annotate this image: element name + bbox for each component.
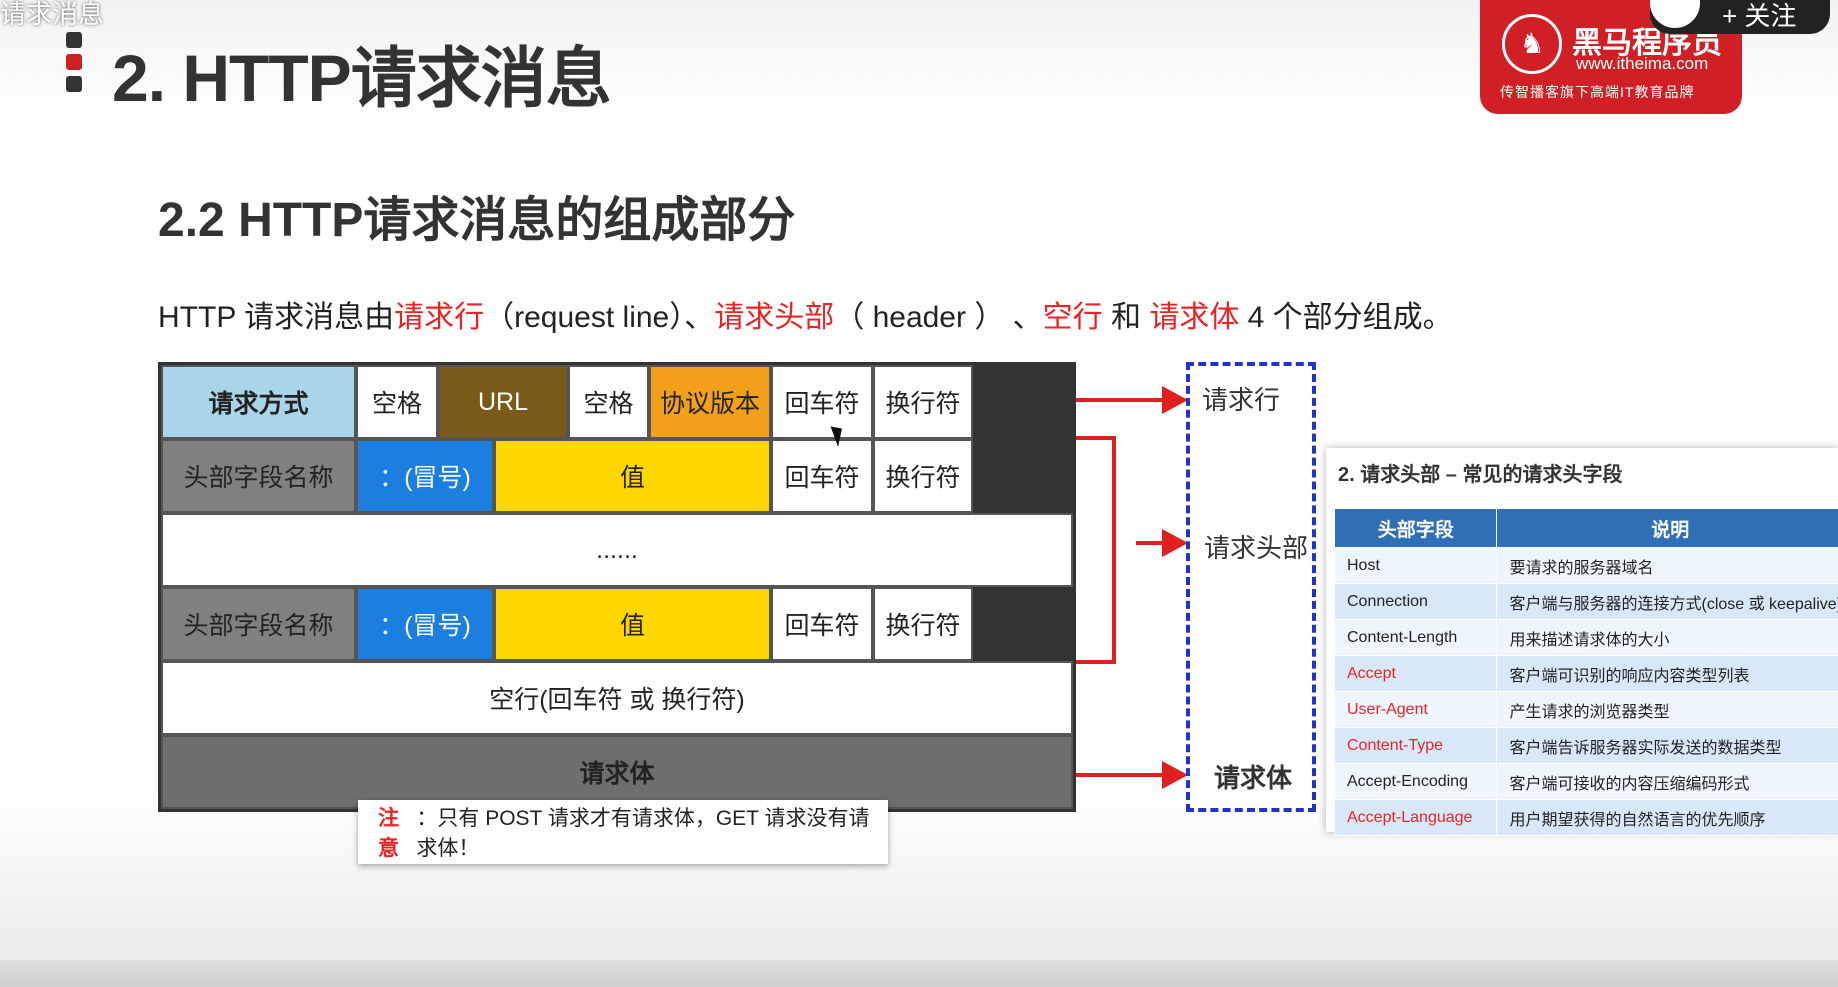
cell-protocol: 协议版本: [649, 365, 771, 439]
cell-method: 请求方式: [161, 365, 356, 439]
column-header: 说明: [1496, 508, 1838, 548]
arrow-line: [1076, 773, 1166, 777]
cell-blank-line: 空行(回车符 或 换行符): [161, 661, 1073, 735]
desc-highlight: 请求行: [394, 301, 485, 334]
cell-value: 值: [494, 439, 771, 513]
table-row: Connection 客户端与服务器的连接方式(close 或 keepalive…: [1333, 583, 1838, 620]
follow-button[interactable]: + 关注: [1650, 0, 1830, 34]
note-text: ：只有 POST 请求才有请求体，GET 请求没有请求体！: [416, 807, 870, 860]
description: HTTP 请求消息由请求行（request line）、请求头部（ header…: [158, 292, 1453, 336]
cell-lf: 换行符: [873, 587, 973, 661]
field-name: Host: [1333, 547, 1498, 584]
header-fields-table: 头部字段 说明 Host 要请求的服务器域名 Connection 客户端与服务器的…: [1333, 508, 1838, 836]
parts-bracket: [1186, 362, 1316, 812]
desc-text: （request line）、: [484, 301, 715, 334]
label-request-body: 请求体: [1214, 763, 1293, 793]
cell-url: URL: [438, 365, 568, 439]
desc-text: 和: [1102, 301, 1150, 334]
field-name: Accept-Encoding: [1333, 763, 1498, 800]
desc-highlight: 请求体: [1149, 301, 1240, 334]
video-progress-strip[interactable]: [0, 960, 1838, 987]
cell-cr: 回车符: [771, 439, 873, 513]
desc-text: HTTP 请求消息由: [158, 301, 395, 334]
table-row: User-Agent 产生请求的浏览器类型: [1333, 691, 1838, 728]
field-desc: 客户端与服务器的连接方式(close 或 keepalive): [1496, 583, 1838, 620]
label-request-line: 请求行: [1202, 385, 1281, 415]
follow-label: + 关注: [1722, 1, 1797, 31]
bracket-line: [1076, 660, 1116, 664]
table-row: Accept-Encoding 客户端可接收的内容压缩编码形式: [1333, 763, 1838, 800]
section-subtitle: 2.2 HTTP请求消息的组成部分: [158, 194, 796, 247]
panel-title: 2. 请求头部 – 常见的请求头字段: [1338, 464, 1623, 486]
desc-highlight: 空行: [1042, 301, 1103, 334]
field-desc: 客户端告诉服务器实际发送的数据类型: [1496, 727, 1838, 764]
note-key: 注意: [378, 807, 399, 860]
avatar: [1650, 0, 1700, 28]
horse-icon: ♞: [1502, 14, 1562, 74]
field-desc: 客户端可接收的内容压缩编码形式: [1496, 763, 1838, 800]
bracket-line: [1076, 436, 1116, 440]
label-request-header: 请求头部: [1204, 533, 1309, 563]
cell-ellipsis: ......: [161, 513, 1073, 587]
arrow-head: [1162, 761, 1188, 789]
field-name: Content-Length: [1333, 619, 1498, 656]
cell-colon: ：(冒号): [356, 439, 494, 513]
desc-text: （ header ） 、: [834, 301, 1043, 334]
field-desc: 客户端可识别的响应内容类型列表: [1496, 655, 1838, 692]
field-desc: 用户期望获得的自然语言的优先顺序: [1496, 799, 1838, 836]
field-name: User-Agent: [1333, 691, 1498, 728]
field-name: Content-Type: [1333, 727, 1498, 764]
cell-cr: 回车符: [771, 365, 873, 439]
desc-highlight: 请求头部: [714, 301, 835, 334]
arrow-head: [1162, 529, 1188, 557]
request-structure-diagram: 请求方式 空格 URL 空格 协议版本 回车符 换行符 头部字段名称 ：(冒号)…: [158, 362, 1076, 812]
table-row: Accept-Language 用户期望获得的自然语言的优先顺序: [1333, 799, 1838, 836]
logo-slogan: 传智播客旗下高端IT教育品牌: [1500, 84, 1695, 100]
field-name: Connection: [1333, 583, 1498, 620]
cell-space: 空格: [568, 365, 649, 439]
table-row: Host 要请求的服务器域名: [1333, 547, 1838, 584]
cell-request-body: 请求体: [161, 735, 1073, 809]
cell-header-name: 头部字段名称: [161, 439, 356, 513]
desc-text: 4 个部分组成。: [1239, 301, 1453, 334]
cell-lf: 换行符: [873, 439, 973, 513]
cell-value: 值: [494, 587, 771, 661]
table-row: Accept 客户端可识别的响应内容类型列表: [1333, 655, 1838, 692]
field-desc: 用来描述请求体的大小: [1496, 619, 1838, 656]
table-row: Content-Type 客户端告诉服务器实际发送的数据类型: [1333, 727, 1838, 764]
header-fields-panel: 2. 请求头部 – 常见的请求头字段 头部字段 说明 Host 要请求的服务器域名…: [1326, 448, 1838, 836]
note-box: 注意 ：只有 POST 请求才有请求体，GET 请求没有请求体！: [358, 800, 888, 864]
logo-url: www.itheima.com: [1576, 54, 1709, 73]
arrow-line: [1076, 398, 1166, 402]
field-desc: 产生请求的浏览器类型: [1496, 691, 1838, 728]
cell-cr: 回车符: [771, 587, 873, 661]
cell-colon: ：(冒号): [356, 587, 494, 661]
field-name: Accept-Language: [1333, 799, 1498, 836]
table-header-row: 头部字段 说明: [1333, 508, 1838, 548]
page-title: 2. HTTP请求消息: [112, 41, 612, 115]
section-marker: [66, 32, 82, 96]
cell-space: 空格: [356, 365, 438, 439]
field-desc: 要请求的服务器域名: [1496, 547, 1838, 584]
cell-lf: 换行符: [873, 365, 973, 439]
cell-header-name: 头部字段名称: [161, 587, 356, 661]
field-name: Accept: [1333, 655, 1498, 692]
column-header: 头部字段: [1333, 508, 1498, 548]
bracket-line: [1112, 436, 1116, 664]
table-row: Content-Length 用来描述请求体的大小: [1333, 619, 1838, 656]
arrow-head: [1162, 386, 1188, 414]
window-title: 请求消息: [0, 0, 105, 29]
